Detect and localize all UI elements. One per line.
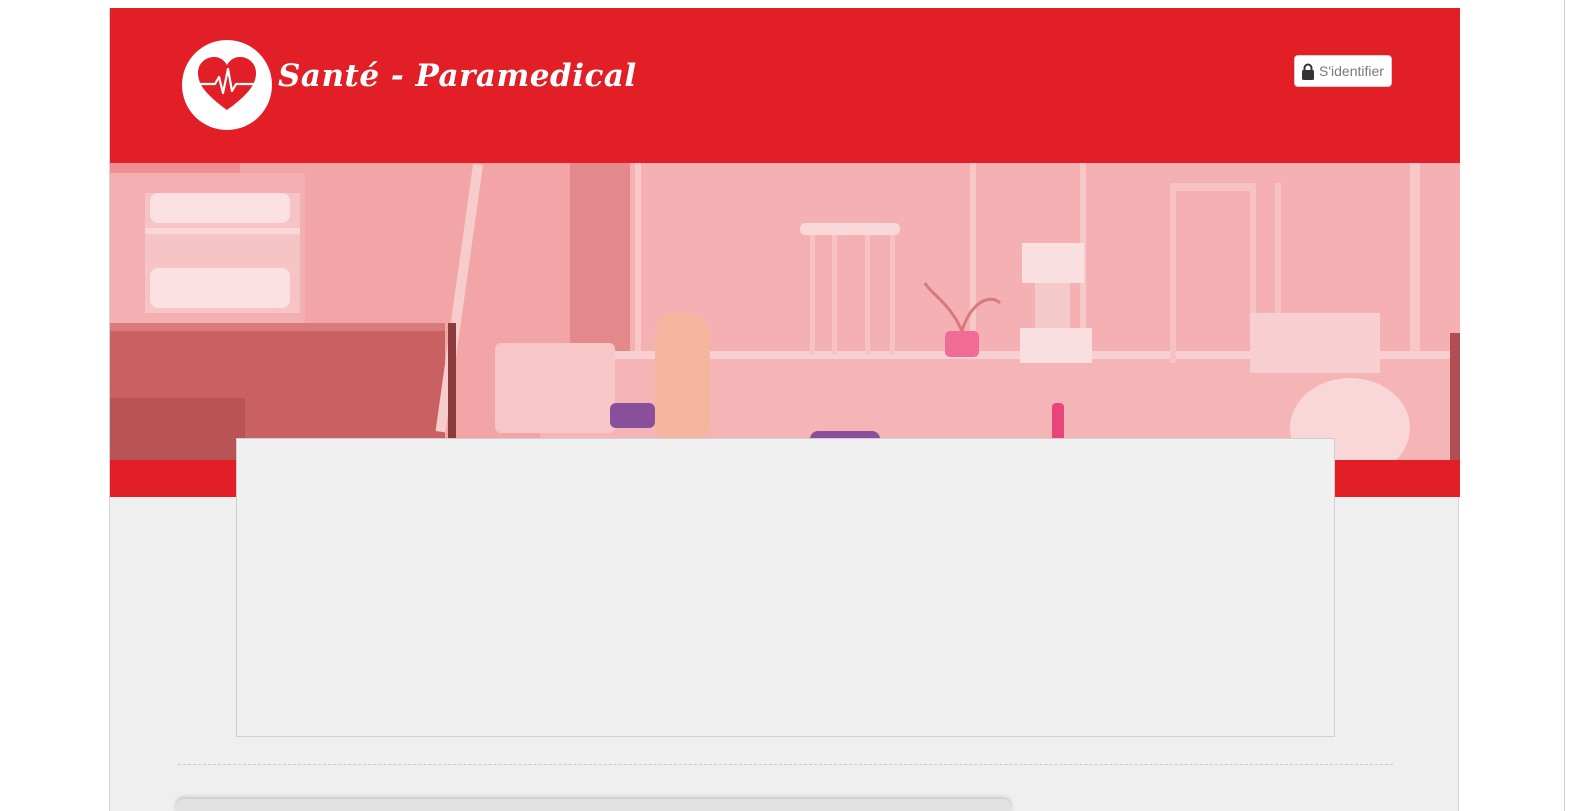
heart-pulse-icon [198, 57, 256, 110]
main-content-panel [236, 438, 1335, 737]
site-header: Santé - Paramedical S'identifier [110, 8, 1460, 163]
window-edge-line [1564, 0, 1565, 811]
banner-photo [110, 163, 1460, 460]
site-container: Santé - Paramedical S'identifier [109, 8, 1460, 811]
site-title[interactable]: Santé - Paramedical [278, 58, 637, 94]
login-label: S'identifier [1319, 63, 1384, 79]
login-button[interactable]: S'identifier [1294, 55, 1392, 87]
lock-icon [1302, 63, 1314, 80]
site-logo[interactable] [182, 40, 272, 130]
hero-banner-image [110, 163, 1460, 460]
page: Santé - Paramedical S'identifier [0, 0, 1586, 811]
section-divider [178, 764, 1393, 765]
next-section-card [176, 799, 1011, 811]
